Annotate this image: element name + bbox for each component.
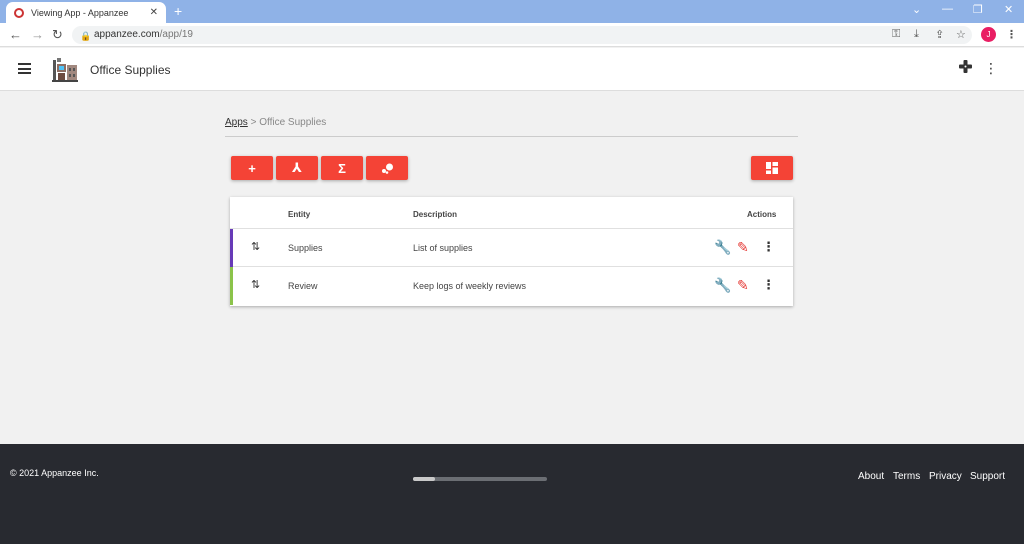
- gamepad-icon[interactable]: [959, 60, 972, 73]
- header-more-icon[interactable]: ⋮: [984, 60, 998, 77]
- app-logo-icon: [52, 58, 78, 82]
- share-icon[interactable]: ⇪: [935, 28, 944, 41]
- forward-icon[interactable]: →: [31, 27, 44, 42]
- wrench-icon[interactable]: 🔧: [714, 239, 731, 256]
- footer-link-terms[interactable]: Terms: [893, 471, 920, 482]
- merge-button[interactable]: ⅄: [276, 156, 318, 180]
- entity-name[interactable]: Review: [288, 281, 318, 291]
- footer-link-privacy[interactable]: Privacy: [929, 471, 962, 482]
- browser-address-bar: ← → ↻ 🔒 appanzee.com/app/19 ⚿ ⤓ ⇪ ☆ J ⋮: [0, 23, 1024, 47]
- bubble-icon: [381, 163, 393, 174]
- dashboard-icon: [766, 162, 778, 174]
- app-header: Office Supplies: [0, 48, 1024, 91]
- page-footer: © 2021 Appanzee Inc. About Terms Privacy…: [0, 444, 1024, 544]
- key-icon[interactable]: ⚿: [892, 28, 900, 41]
- tab-title: Viewing App - Appanzee: [31, 7, 129, 18]
- reload-icon[interactable]: ↻: [52, 27, 63, 43]
- restore-icon[interactable]: ❐: [973, 3, 983, 16]
- favicon-icon: [14, 7, 24, 18]
- close-window-icon[interactable]: ✕: [1004, 3, 1013, 16]
- entity-table: Entity Description Actions ⇅ Supplies Li…: [230, 197, 793, 306]
- column-description: Description: [413, 210, 458, 219]
- wrench-icon[interactable]: 🔧: [714, 277, 731, 294]
- sigma-icon: Σ: [338, 160, 346, 176]
- new-tab-icon[interactable]: +: [174, 3, 182, 19]
- entity-description: List of supplies: [413, 243, 473, 253]
- row-more-icon[interactable]: ⋮: [762, 239, 775, 255]
- row-color-stripe: [230, 229, 233, 267]
- tab-search-icon[interactable]: ⌄: [912, 3, 921, 16]
- hamburger-icon[interactable]: [18, 63, 31, 74]
- entity-name[interactable]: Supplies: [288, 243, 323, 253]
- scrollbar-thumb[interactable]: [413, 477, 435, 481]
- pencil-icon[interactable]: ✎: [737, 239, 749, 256]
- profile-avatar[interactable]: J: [981, 27, 996, 42]
- reorder-icon[interactable]: ⇅: [251, 278, 260, 291]
- app-title: Office Supplies: [90, 63, 171, 77]
- table-row[interactable]: ⇅ Supplies List of supplies 🔧 ✎ ⋮: [230, 229, 793, 267]
- star-icon[interactable]: ☆: [956, 28, 966, 41]
- minimize-icon[interactable]: —: [942, 3, 953, 15]
- entity-description: Keep logs of weekly reviews: [413, 281, 527, 291]
- breadcrumb: Apps > Office Supplies: [225, 117, 798, 137]
- table-header: Entity Description Actions: [230, 197, 793, 229]
- bubble-chart-button[interactable]: [366, 156, 408, 180]
- lock-icon: 🔒: [80, 31, 92, 41]
- browser-tab[interactable]: Viewing App - Appanzee ✕: [6, 2, 166, 23]
- back-icon[interactable]: ←: [9, 27, 22, 42]
- url-path: /app/19: [159, 29, 193, 40]
- table-row[interactable]: ⇅ Review Keep logs of weekly reviews 🔧 ✎…: [230, 267, 793, 305]
- url-field[interactable]: 🔒 appanzee.com/app/19: [72, 26, 972, 44]
- breadcrumb-apps-link[interactable]: Apps: [225, 117, 248, 128]
- horizontal-scrollbar[interactable]: [413, 477, 547, 481]
- browser-menu-icon[interactable]: ⋮: [1006, 28, 1017, 41]
- tab-close-icon[interactable]: ✕: [150, 7, 158, 18]
- url-domain: appanzee.com: [94, 29, 160, 40]
- reorder-icon[interactable]: ⇅: [251, 240, 260, 253]
- merge-icon: ⅄: [292, 160, 302, 175]
- layout-button[interactable]: [751, 156, 793, 180]
- pencil-icon[interactable]: ✎: [737, 277, 749, 294]
- plus-icon: +: [248, 160, 256, 176]
- add-entity-button[interactable]: +: [231, 156, 273, 180]
- breadcrumb-separator: >: [250, 117, 257, 128]
- column-entity: Entity: [288, 210, 311, 219]
- copyright-text: © 2021 Appanzee Inc.: [10, 468, 99, 478]
- footer-link-support[interactable]: Support: [970, 471, 1005, 482]
- sum-button[interactable]: Σ: [321, 156, 363, 180]
- row-color-stripe: [230, 267, 233, 305]
- browser-tab-bar: Viewing App - Appanzee ✕ + ⌄ — ❐ ✕: [0, 0, 1024, 23]
- install-icon[interactable]: ⤓: [914, 28, 919, 41]
- column-actions: Actions: [747, 210, 777, 219]
- breadcrumb-current: Office Supplies: [259, 117, 327, 128]
- row-more-icon[interactable]: ⋮: [762, 277, 775, 293]
- footer-link-about[interactable]: About: [858, 471, 884, 482]
